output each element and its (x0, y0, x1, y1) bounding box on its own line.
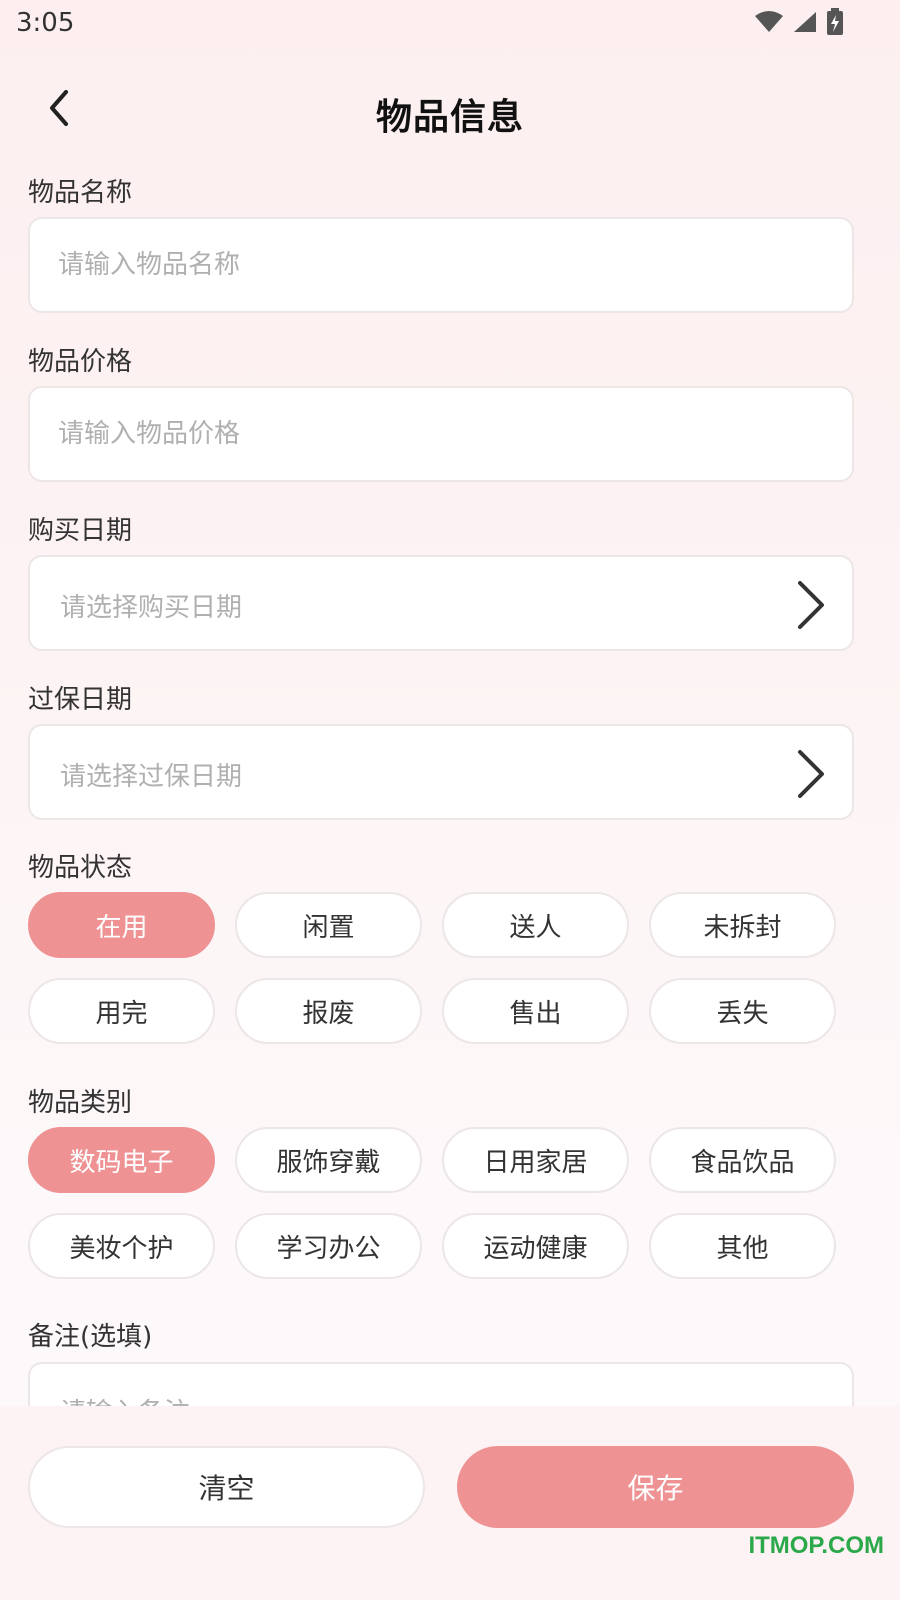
category-chip[interactable]: 运动健康 (442, 1213, 629, 1279)
bottom-action-bar: 清空 保存 ITMOP.COM (0, 1406, 900, 1600)
category-chip[interactable]: 美妆个护 (28, 1213, 215, 1279)
watermark: ITMOP.COM (748, 1532, 884, 1559)
category-label: 物品类别 (28, 1088, 133, 1118)
purchase-date-placeholder: 请选择购买日期 (60, 593, 243, 623)
purchase-date-label: 购买日期 (28, 516, 133, 546)
name-field[interactable] (28, 217, 854, 313)
category-chip-row: 美妆个护 学习办公 运动健康 其他 (28, 1213, 836, 1279)
wifi-icon (754, 10, 784, 34)
category-chip[interactable]: 日用家居 (442, 1127, 629, 1193)
status-chip[interactable]: 售出 (442, 978, 629, 1044)
category-chip[interactable]: 学习办公 (235, 1213, 422, 1279)
name-input[interactable] (58, 219, 818, 311)
category-chip[interactable]: 食品饮品 (649, 1127, 836, 1193)
status-chip[interactable]: 送人 (442, 892, 629, 958)
status-time: 3:05 (16, 8, 75, 38)
category-chip[interactable]: 服饰穿戴 (235, 1127, 422, 1193)
status-chip[interactable]: 丢失 (649, 978, 836, 1044)
category-chip[interactable]: 其他 (649, 1213, 836, 1279)
expire-date-picker[interactable]: 请选择过保日期 (28, 724, 854, 820)
status-chip-row: 在用 闲置 送人 未拆封 (28, 892, 836, 958)
price-label: 物品价格 (28, 347, 133, 377)
expire-date-placeholder: 请选择过保日期 (60, 762, 243, 792)
status-icons (754, 8, 844, 36)
status-chip[interactable]: 用完 (28, 978, 215, 1044)
signal-icon (792, 10, 818, 34)
remark-label: 备注(选填) (28, 1322, 153, 1352)
clear-button[interactable]: 清空 (28, 1446, 425, 1528)
category-chip[interactable]: 数码电子 (28, 1127, 215, 1193)
category-chip-row: 数码电子 服饰穿戴 日用家居 食品饮品 (28, 1127, 836, 1193)
save-button[interactable]: 保存 (457, 1446, 854, 1528)
price-input[interactable] (58, 388, 818, 480)
price-field[interactable] (28, 386, 854, 482)
status-chip-row: 用完 报废 售出 丢失 (28, 978, 836, 1044)
header: 物品信息 (0, 72, 900, 152)
chevron-right-icon (792, 579, 828, 631)
name-label: 物品名称 (28, 178, 133, 208)
page-title: 物品信息 (375, 97, 524, 138)
status-chip[interactable]: 报废 (235, 978, 422, 1044)
status-label: 物品状态 (28, 853, 133, 883)
status-chip[interactable]: 在用 (28, 892, 215, 958)
expire-date-label: 过保日期 (28, 685, 133, 715)
chevron-right-icon (792, 748, 828, 800)
status-chip[interactable]: 闲置 (235, 892, 422, 958)
status-chip[interactable]: 未拆封 (649, 892, 836, 958)
battery-charging-icon (826, 8, 844, 36)
purchase-date-picker[interactable]: 请选择购买日期 (28, 555, 854, 651)
status-bar: 3:05 (0, 0, 900, 50)
